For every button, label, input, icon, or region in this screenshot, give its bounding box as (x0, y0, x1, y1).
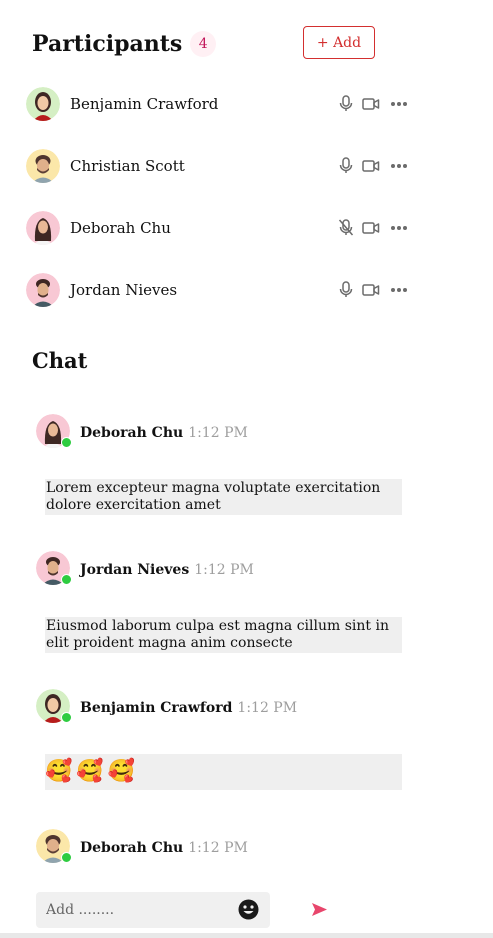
chat-title: Chat (32, 348, 88, 373)
avatar[interactable] (36, 829, 72, 863)
participant-name: Deborah Chu (70, 219, 171, 237)
avatar[interactable] (36, 551, 72, 585)
chat-message-bubble: Lorem excepteur magna voluptate exercita… (45, 479, 402, 515)
chat-message-header: Deborah Chu 1:12 PM (36, 414, 416, 448)
online-status-indicator (61, 574, 72, 585)
chat-message-header: Deborah Chu 1:12 PM (36, 829, 416, 863)
more-options-icon[interactable] (390, 158, 408, 174)
message-author: Deborah Chu (80, 840, 184, 856)
participant-controls (338, 95, 408, 112)
participants-header: Participants 4 (32, 28, 217, 60)
participant-controls (338, 219, 408, 236)
scrollbar-track (0, 933, 493, 938)
participants-title: Participants (32, 31, 183, 57)
message-time: 1:12 PM (237, 700, 298, 716)
participant-name: Christian Scott (70, 157, 185, 175)
online-status-indicator (61, 852, 72, 863)
video-camera-icon[interactable] (362, 158, 380, 174)
microphone-icon[interactable] (338, 281, 354, 298)
emoji-icon[interactable] (238, 899, 259, 924)
emoji-smiling-hearts-icon: 🥰 (45, 759, 73, 784)
emoji-smiling-hearts-icon: 🥰 (107, 759, 136, 784)
message-time: 1:12 PM (194, 562, 254, 578)
video-camera-icon[interactable] (362, 282, 380, 298)
video-camera-icon[interactable] (362, 220, 380, 236)
message-composer (36, 892, 270, 928)
chat-message-header: Benjamin Crawford 1:12 PM (36, 689, 416, 723)
participant-controls (338, 281, 408, 298)
add-participant-button[interactable]: + Add (303, 26, 375, 59)
message-time: 1:12 PM (188, 840, 248, 856)
avatar[interactable] (36, 689, 72, 723)
microphone-icon[interactable] (338, 157, 354, 174)
emoji-smiling-hearts-icon: 🥰 (76, 759, 104, 784)
chat-message-header: Jordan Nieves 1:12 PM (36, 551, 416, 585)
participant-name: Benjamin Crawford (70, 95, 219, 113)
participant-row: Benjamin Crawford (26, 87, 426, 149)
participant-row: Deborah Chu (26, 211, 426, 273)
message-author: Jordan Nieves (80, 562, 190, 578)
message-author: Deborah Chu (80, 425, 184, 441)
avatar[interactable] (26, 149, 60, 183)
participant-count-badge: 4 (190, 31, 217, 57)
online-status-indicator (61, 437, 72, 448)
online-status-indicator (61, 712, 72, 723)
avatar[interactable] (26, 273, 60, 307)
microphone-off-icon[interactable] (338, 219, 354, 236)
avatar[interactable] (26, 211, 60, 245)
avatar[interactable] (36, 414, 72, 448)
more-options-icon[interactable] (390, 282, 408, 298)
participant-controls (338, 157, 408, 174)
participants-list: Benjamin Crawford Christian Scott Debora… (26, 87, 426, 335)
chat-message-bubble: 🥰 🥰 🥰 (45, 754, 402, 790)
avatar[interactable] (26, 87, 60, 121)
participant-row: Jordan Nieves (26, 273, 426, 335)
participant-name: Jordan Nieves (70, 281, 178, 299)
message-time: 1:12 PM (188, 425, 248, 441)
more-options-icon[interactable] (390, 220, 408, 236)
participant-row: Christian Scott (26, 149, 426, 211)
video-camera-icon[interactable] (362, 96, 380, 112)
send-icon[interactable] (311, 902, 328, 921)
chat-message-bubble: Eiusmod laborum culpa est magna cillum s… (45, 617, 402, 653)
microphone-icon[interactable] (338, 95, 354, 112)
message-input[interactable] (46, 900, 226, 920)
more-options-icon[interactable] (390, 96, 408, 112)
message-author: Benjamin Crawford (80, 700, 233, 716)
